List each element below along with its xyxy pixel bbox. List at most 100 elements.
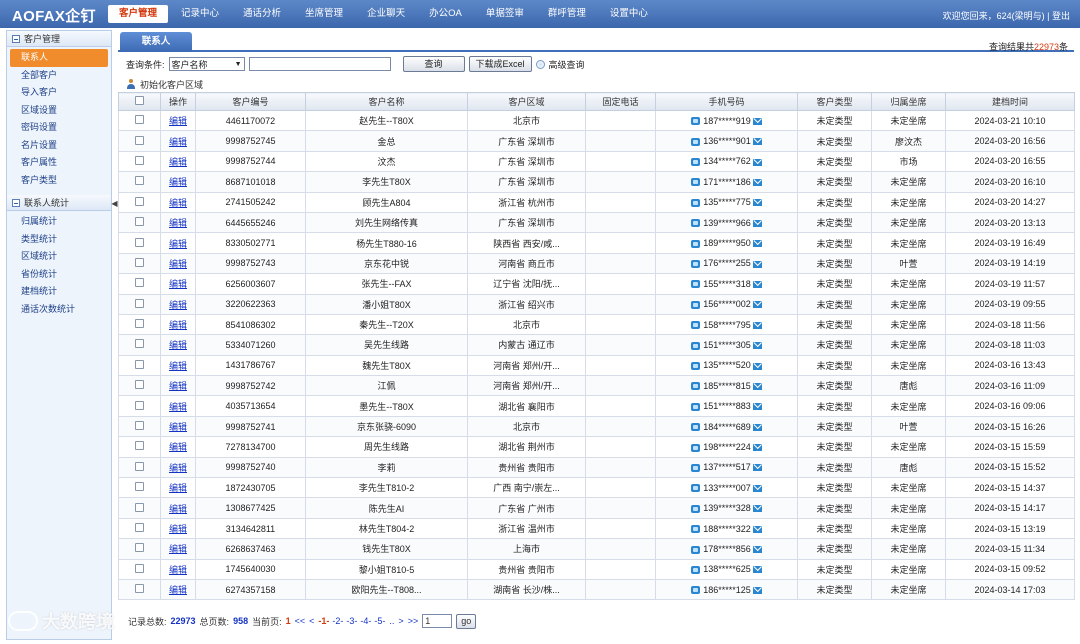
sms-icon[interactable] — [752, 199, 762, 207]
row-checkbox[interactable] — [135, 563, 144, 573]
phone-icon[interactable] — [691, 321, 701, 330]
edit-link[interactable]: 编辑 — [169, 361, 187, 371]
edit-link[interactable]: 编辑 — [169, 198, 187, 208]
sidebar-item-group2-4[interactable]: 建档统计 — [7, 283, 111, 301]
nav-item-0[interactable]: 客户管理 — [108, 5, 169, 23]
collapse-icon[interactable] — [12, 34, 20, 43]
row-checkbox[interactable] — [135, 502, 144, 512]
sms-icon[interactable] — [752, 464, 762, 472]
prev-page-link[interactable]: < — [309, 616, 314, 626]
phone-icon[interactable] — [691, 504, 701, 513]
row-checkbox[interactable] — [135, 115, 144, 125]
phone-icon[interactable] — [691, 260, 701, 269]
row-checkbox[interactable] — [135, 217, 144, 227]
sms-icon[interactable] — [752, 280, 762, 288]
edit-link[interactable]: 编辑 — [169, 463, 187, 473]
sms-icon[interactable] — [752, 382, 762, 390]
sms-icon[interactable] — [752, 484, 762, 492]
sms-icon[interactable] — [752, 321, 762, 329]
edit-link[interactable]: 编辑 — [169, 137, 187, 147]
edit-link[interactable]: 编辑 — [169, 483, 187, 493]
phone-icon[interactable] — [691, 117, 701, 126]
sms-icon[interactable] — [752, 362, 762, 370]
sms-icon[interactable] — [752, 219, 762, 227]
row-checkbox[interactable] — [135, 584, 144, 594]
row-checkbox[interactable] — [135, 421, 144, 431]
sms-icon[interactable] — [752, 525, 762, 533]
row-checkbox[interactable] — [135, 482, 144, 492]
phone-icon[interactable] — [691, 423, 701, 432]
sms-icon[interactable] — [752, 240, 762, 248]
phone-icon[interactable] — [691, 137, 701, 146]
sms-icon[interactable] — [752, 546, 762, 554]
page-link-1[interactable]: -1- — [318, 616, 329, 626]
edit-link[interactable]: 编辑 — [169, 320, 187, 330]
phone-icon[interactable] — [691, 443, 701, 452]
row-checkbox[interactable] — [135, 257, 144, 267]
row-checkbox[interactable] — [135, 461, 144, 471]
sidebar-item-group2-5[interactable]: 通话次数统计 — [7, 301, 111, 319]
phone-icon[interactable] — [691, 402, 701, 411]
row-checkbox[interactable] — [135, 359, 144, 369]
sms-icon[interactable] — [752, 586, 762, 594]
first-page-link[interactable]: << — [295, 616, 306, 626]
edit-link[interactable]: 编辑 — [169, 279, 187, 289]
sms-icon[interactable] — [752, 138, 762, 146]
sidebar-item-group2-1[interactable]: 类型统计 — [7, 231, 111, 249]
page-link-5[interactable]: -5- — [374, 616, 385, 626]
phone-icon[interactable] — [691, 198, 701, 207]
sidebar-group-contact-stats[interactable]: 联系人统计 — [7, 195, 111, 211]
page-link-2[interactable]: -2- — [332, 616, 343, 626]
init-region-row[interactable]: 初始化客户区域 — [118, 76, 1074, 92]
sms-icon[interactable] — [752, 444, 762, 452]
page-link-4[interactable]: -4- — [360, 616, 371, 626]
sidebar-item-group1-0[interactable]: 联系人 — [10, 49, 108, 67]
sidebar-item-group1-4[interactable]: 密码设置 — [7, 119, 111, 137]
edit-link[interactable]: 编辑 — [169, 177, 187, 187]
row-checkbox[interactable] — [135, 155, 144, 165]
sms-icon[interactable] — [752, 505, 762, 513]
phone-icon[interactable] — [691, 565, 701, 574]
nav-item-5[interactable]: 办公OA — [418, 5, 473, 23]
edit-link[interactable]: 编辑 — [169, 116, 187, 126]
row-checkbox[interactable] — [135, 380, 144, 390]
edit-link[interactable]: 编辑 — [169, 585, 187, 595]
edit-link[interactable]: 编辑 — [169, 157, 187, 167]
download-excel-button[interactable]: 下载成Excel — [468, 56, 532, 72]
edit-link[interactable]: 编辑 — [169, 544, 187, 554]
phone-icon[interactable] — [691, 586, 701, 595]
row-checkbox[interactable] — [135, 135, 144, 145]
edit-link[interactable]: 编辑 — [169, 504, 187, 514]
nav-item-6[interactable]: 单据签审 — [475, 5, 535, 23]
tab-contacts[interactable]: 联系人 — [120, 32, 192, 52]
phone-icon[interactable] — [691, 484, 701, 493]
sms-icon[interactable] — [752, 117, 762, 125]
sidebar-group-customer-management[interactable]: 客户管理 — [7, 31, 111, 47]
sidebar-item-group2-3[interactable]: 省份统计 — [7, 266, 111, 284]
nav-item-8[interactable]: 设置中心 — [599, 5, 659, 23]
advanced-query-checkbox[interactable] — [535, 59, 545, 69]
edit-link[interactable]: 编辑 — [169, 300, 187, 310]
edit-link[interactable]: 编辑 — [169, 565, 187, 575]
next-page-link[interactable]: > — [398, 616, 403, 626]
phone-icon[interactable] — [691, 239, 701, 248]
phone-icon[interactable] — [691, 525, 701, 534]
sidebar-item-group1-7[interactable]: 客户类型 — [7, 172, 111, 190]
nav-item-2[interactable]: 通话分析 — [232, 5, 292, 23]
sidebar-collapse-arrow-icon[interactable]: ◀ — [111, 196, 118, 212]
edit-link[interactable]: 编辑 — [169, 524, 187, 534]
page-number-input[interactable]: 1 — [422, 614, 453, 628]
query-input[interactable] — [248, 57, 391, 71]
nav-item-3[interactable]: 坐席管理 — [294, 5, 354, 23]
sidebar-item-group2-2[interactable]: 区域统计 — [7, 248, 111, 266]
sms-icon[interactable] — [752, 403, 762, 411]
go-button[interactable]: go — [456, 613, 477, 629]
row-checkbox[interactable] — [135, 298, 144, 308]
nav-item-4[interactable]: 企业聊天 — [356, 5, 416, 23]
phone-icon[interactable] — [691, 341, 701, 350]
phone-icon[interactable] — [691, 300, 701, 309]
sms-icon[interactable] — [752, 301, 762, 309]
query-button[interactable]: 查询 — [402, 56, 465, 72]
edit-link[interactable]: 编辑 — [169, 259, 187, 269]
edit-link[interactable]: 编辑 — [169, 340, 187, 350]
